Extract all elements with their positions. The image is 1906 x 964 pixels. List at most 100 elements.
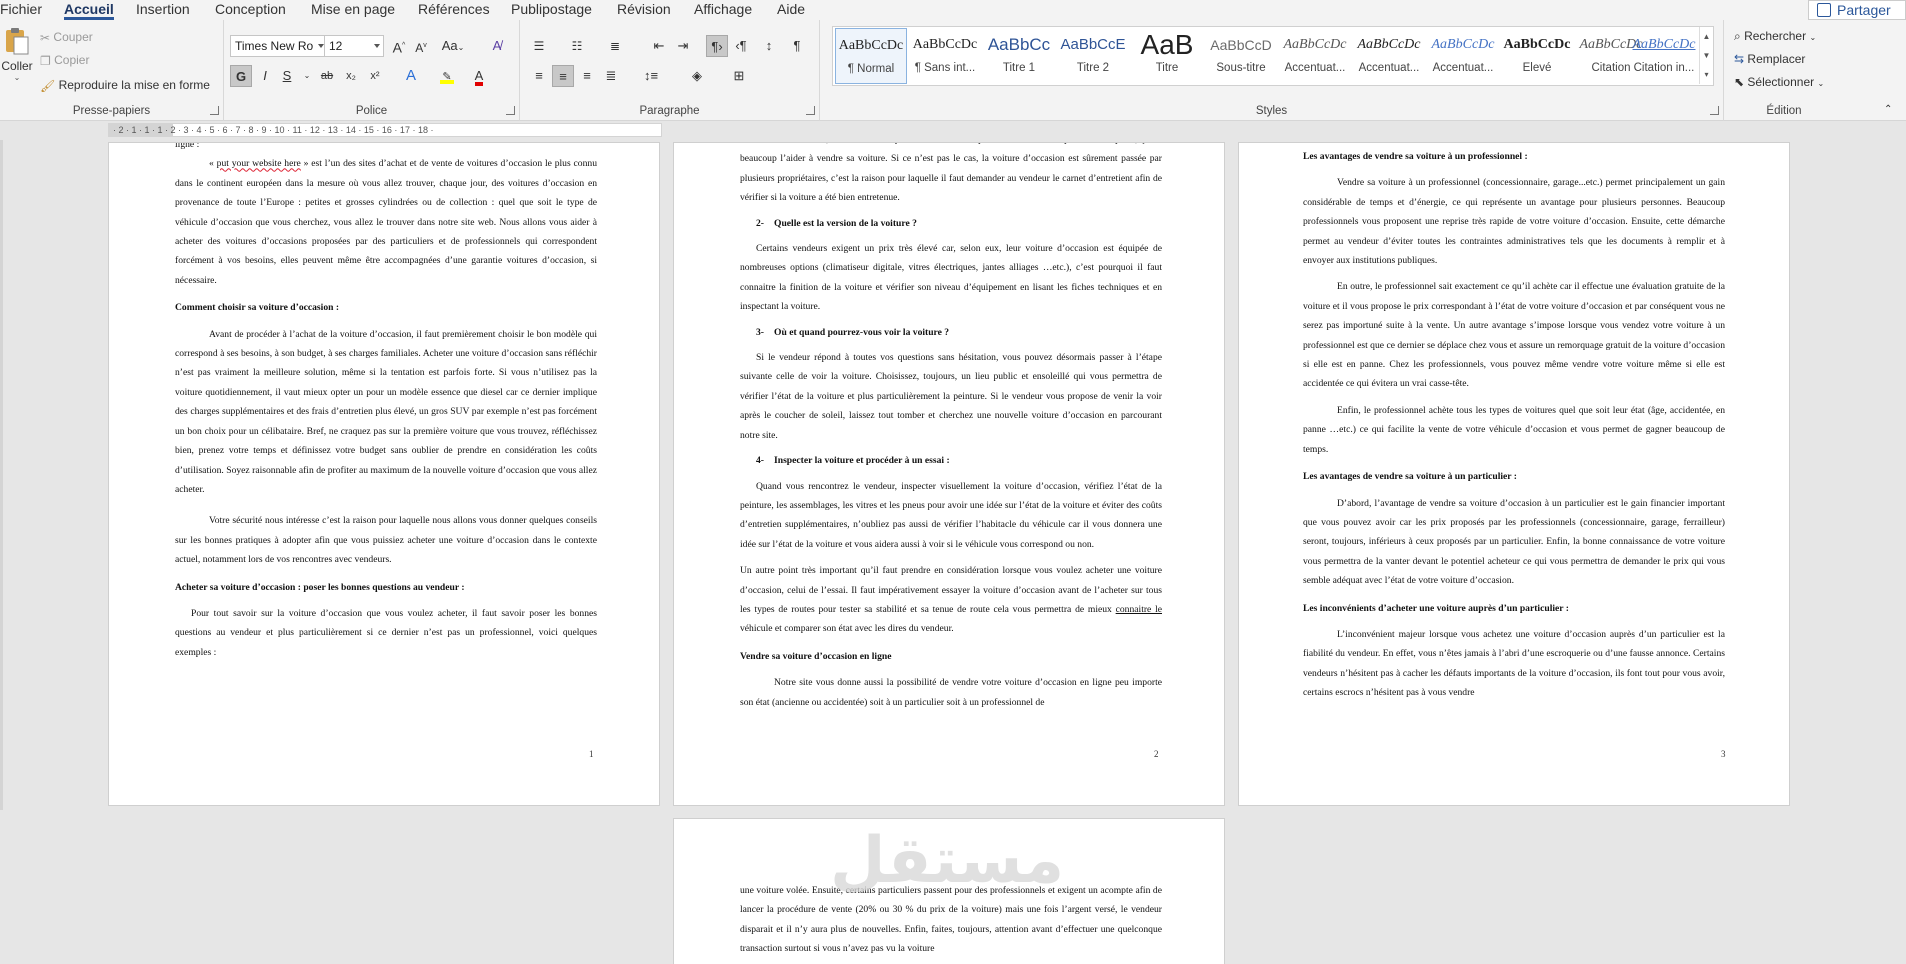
style-normal[interactable]: AaBbCcDc ¶ Normal	[835, 28, 907, 84]
horizontal-ruler[interactable]: · 2 · 1 · 1 · 1 · 2 · 3 · 4 · 5 · 6 · 7 …	[108, 123, 662, 137]
show-marks-button[interactable]: ¶	[786, 35, 808, 57]
select-button[interactable]: ⬉ Sélectionner ⌄	[1734, 75, 1824, 89]
style-heading-1[interactable]: AaBbCc Titre 1	[983, 28, 1055, 84]
style-intense-quote[interactable]: AaBbCcDc Citation in...	[1631, 28, 1697, 84]
grow-font-icon: A	[392, 39, 403, 56]
ltr-button[interactable]: ¶›	[706, 35, 728, 57]
tab-references[interactable]: Références	[418, 0, 490, 20]
strikethrough-icon: ab	[320, 70, 334, 82]
page-3-text: Les avantages de vendre sa voiture à un …	[1303, 147, 1725, 703]
style-name: Titre	[1155, 62, 1179, 74]
text-effects-button[interactable]: A	[400, 65, 422, 87]
shrink-font-button[interactable]: Av	[410, 35, 432, 57]
search-icon: ⌕	[1734, 29, 1741, 43]
font-name-combo[interactable]: Times New Ro	[230, 35, 328, 57]
tab-revision[interactable]: Révision	[617, 0, 671, 20]
paragraph-launcher-icon[interactable]	[806, 106, 815, 115]
strikethrough-button[interactable]: ab	[316, 65, 338, 87]
bullets-button[interactable]: ☰	[528, 35, 550, 57]
gallery-more-icon[interactable]: ▾	[1699, 65, 1713, 84]
paragraph-where-when: Si le vendeur répond à toutes vos questi…	[740, 352, 1162, 441]
page-number: 3	[1721, 749, 1726, 759]
change-case-button[interactable]: Aa⌄	[438, 35, 468, 57]
format-painter-button[interactable]: 🖌 Reproduire la mise en forme	[40, 78, 210, 93]
style-intense-emphasis[interactable]: AaBbCcDc Accentuat...	[1427, 28, 1499, 84]
style-preview: AaBbCcDc	[1503, 37, 1571, 52]
replace-icon: ⇆	[1734, 52, 1745, 66]
gallery-scroll-down-icon[interactable]: ▼	[1699, 46, 1713, 65]
sort-button[interactable]: ↕	[758, 35, 780, 57]
superscript-icon: x²	[370, 70, 380, 82]
line-spacing-button[interactable]: ↕≡	[640, 65, 662, 87]
clipboard-launcher-icon[interactable]	[210, 106, 219, 115]
test-drive-text-end: véhicule et comparer son état avec les d…	[740, 623, 954, 635]
align-center-button[interactable]: ≡	[552, 65, 574, 87]
rtl-button[interactable]: ‹¶	[730, 35, 752, 57]
borders-button[interactable]: ⊞	[728, 65, 750, 87]
change-case-icon: Aa	[441, 38, 458, 53]
underline-button[interactable]: S	[276, 65, 298, 87]
style-subtle-emphasis[interactable]: AaBbCcDc Accentuat...	[1279, 28, 1351, 84]
tab-fichier[interactable]: Fichier	[0, 0, 42, 20]
page-2[interactable]: sa mise en circulation, le vendeur n’a q…	[673, 142, 1225, 806]
tab-aide[interactable]: Aide	[777, 0, 805, 20]
page-3[interactable]: Les avantages de vendre sa voiture à un …	[1238, 142, 1790, 806]
tab-publipostage[interactable]: Publipostage	[511, 0, 592, 20]
intro-text: » est l’un des sites d’achat et de vente…	[175, 158, 597, 286]
font-launcher-icon[interactable]	[506, 106, 515, 115]
styles-launcher-icon[interactable]	[1710, 106, 1719, 115]
paste-button[interactable]: Coller ⌄	[0, 26, 34, 82]
style-emphasis[interactable]: AaBbCcDc Accentuat...	[1353, 28, 1425, 84]
collapse-ribbon-icon[interactable]: ⌃	[1884, 104, 1892, 115]
list-number: 3-	[756, 326, 764, 338]
numbering-button[interactable]: ☷	[566, 35, 588, 57]
superscript-button[interactable]: x²	[364, 65, 386, 87]
style-no-spacing[interactable]: AaBbCcDc ¶ Sans int...	[909, 28, 981, 84]
page-4[interactable]: une voiture volée. Ensuite, certains par…	[673, 818, 1225, 964]
tab-insertion[interactable]: Insertion	[136, 0, 190, 20]
highlight-button[interactable]: ✎	[436, 65, 458, 87]
style-preview: AaBbCcDc	[1431, 37, 1495, 52]
decrease-indent-button[interactable]: ⇤	[648, 35, 670, 57]
align-right-button[interactable]: ≡	[576, 65, 598, 87]
tab-conception[interactable]: Conception	[215, 0, 286, 20]
copy-button[interactable]: ❐ Copier	[40, 53, 89, 68]
align-left-button[interactable]: ≡	[528, 65, 550, 87]
style-heading-2[interactable]: AaBbCcE Titre 2	[1057, 28, 1129, 84]
style-strong[interactable]: AaBbCcDc Élevé	[1501, 28, 1573, 84]
grow-font-button[interactable]: A^	[388, 35, 410, 57]
multilevel-list-button[interactable]: ≣	[604, 35, 626, 57]
style-subtitle[interactable]: AaBbCcD Sous-titre	[1205, 28, 1277, 84]
clear-formatting-button[interactable]: A̸	[486, 35, 508, 57]
bold-button[interactable]: G	[230, 65, 252, 87]
tab-accueil[interactable]: Accueil	[64, 0, 114, 20]
subscript-button[interactable]: x₂	[340, 65, 362, 87]
font-group-label: Police	[355, 105, 388, 117]
paste-dropdown-icon[interactable]: ⌄	[0, 73, 34, 82]
cut-button[interactable]: ✂ Couper	[40, 30, 93, 45]
justify-icon: ≣	[605, 68, 617, 83]
font-size-combo[interactable]: 12	[324, 35, 384, 57]
website-link-text[interactable]: put your website here	[217, 158, 301, 169]
replace-button[interactable]: ⇆ Remplacer	[1734, 52, 1805, 66]
heading-text: Où et quand pourrez-vous voir la voiture…	[774, 326, 950, 338]
underline-icon: S	[282, 68, 292, 83]
gallery-scroll-up-icon[interactable]: ▲	[1699, 27, 1713, 46]
style-name: Élevé	[1522, 62, 1552, 74]
clear-format-icon: A̸	[492, 38, 502, 53]
share-button[interactable]: Partager	[1808, 0, 1906, 20]
page-1[interactable]: ligne : « put your website here » est l’…	[108, 142, 660, 806]
italic-button[interactable]: I	[254, 65, 276, 87]
ltr-icon: ¶›	[711, 39, 723, 54]
paragraph-choose: Avant de procéder à l’achat de la voitur…	[175, 328, 597, 495]
underline-dropdown[interactable]: ⌄	[296, 65, 318, 87]
font-color-button[interactable]: A	[468, 65, 490, 87]
justify-button[interactable]: ≣	[600, 65, 622, 87]
increase-indent-button[interactable]: ⇥	[672, 35, 694, 57]
tab-mise-en-page[interactable]: Mise en page	[311, 0, 395, 20]
shading-button[interactable]: ◈	[686, 65, 708, 87]
style-preview: AaBbCcD	[1210, 37, 1272, 53]
style-title[interactable]: AaB Titre	[1131, 28, 1203, 84]
find-button[interactable]: ⌕ Rechercher ⌄	[1734, 29, 1816, 44]
tab-affichage[interactable]: Affichage	[694, 0, 752, 20]
